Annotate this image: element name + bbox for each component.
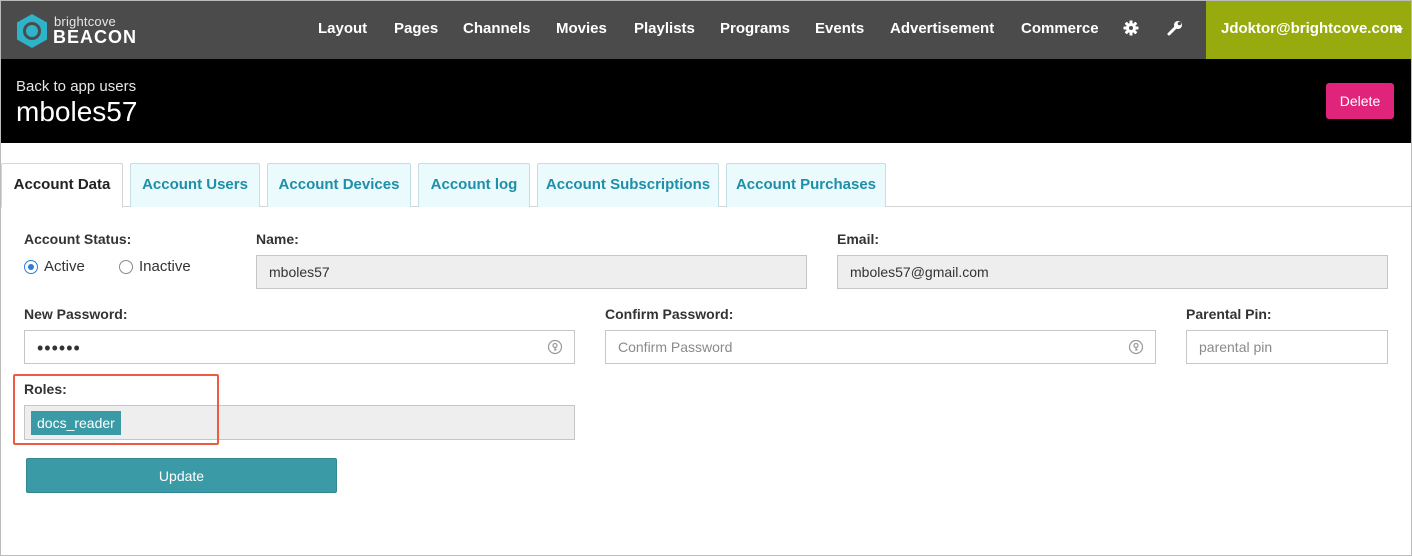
email-field[interactable]: mboles57@gmail.com	[837, 255, 1388, 289]
confirm-password-label: Confirm Password:	[605, 306, 734, 322]
nav-layout[interactable]: Layout	[318, 20, 367, 37]
brand-logo[interactable]: brightcove BEACON	[14, 11, 149, 48]
new-password-label: New Password:	[24, 306, 128, 322]
status-active-radio[interactable]	[24, 260, 38, 274]
parental-pin-field[interactable]: parental pin	[1186, 330, 1388, 364]
status-active-label[interactable]: Active	[44, 258, 85, 275]
tab-account-data[interactable]: Account Data	[1, 163, 123, 208]
page-header: Back to app users mboles57 Delete	[0, 59, 1412, 143]
tab-account-purchases[interactable]: Account Purchases	[726, 163, 886, 207]
status-inactive-radio[interactable]	[119, 260, 133, 274]
user-email: Jdoktor@brightcove.com	[1221, 20, 1403, 37]
new-password-field[interactable]: ••••••	[24, 330, 575, 364]
nav-events[interactable]: Events	[815, 20, 864, 37]
user-menu[interactable]: Jdoktor@brightcove.com	[1206, 0, 1412, 59]
name-label: Name:	[256, 231, 299, 247]
tab-account-log[interactable]: Account log	[418, 163, 530, 207]
email-label: Email:	[837, 231, 880, 247]
page-title: mboles57	[16, 96, 138, 127]
name-field[interactable]: mboles57	[256, 255, 807, 289]
account-status-label: Account Status:	[24, 231, 132, 247]
nav-advertisement[interactable]: Advertisement	[890, 20, 994, 37]
nav-channels[interactable]: Channels	[463, 20, 531, 37]
brand-big-text: BEACON	[53, 27, 138, 47]
top-nav: brightcove BEACON Layout Pages Channels …	[0, 0, 1412, 59]
status-inactive-label[interactable]: Inactive	[139, 258, 191, 275]
nav-pages[interactable]: Pages	[394, 20, 438, 37]
wrench-icon[interactable]	[1166, 19, 1184, 37]
tab-account-subscriptions[interactable]: Account Subscriptions	[537, 163, 719, 207]
update-button[interactable]: Update	[26, 458, 337, 493]
new-password-value: ••••••	[37, 338, 81, 358]
parental-pin-placeholder: parental pin	[1199, 339, 1273, 355]
email-value: mboles57@gmail.com	[850, 264, 989, 280]
nav-playlists[interactable]: Playlists	[634, 20, 695, 37]
password-key-icon[interactable]	[547, 339, 563, 355]
nav-programs[interactable]: Programs	[720, 20, 790, 37]
back-to-app-users-link[interactable]: Back to app users	[16, 78, 136, 95]
nav-commerce[interactable]: Commerce	[1021, 20, 1099, 37]
brightcove-logo-icon	[17, 14, 47, 48]
name-value: mboles57	[269, 264, 330, 280]
parental-pin-label: Parental Pin:	[1186, 306, 1272, 322]
gear-icon[interactable]	[1122, 19, 1140, 37]
delete-button[interactable]: Delete	[1326, 83, 1394, 119]
roles-highlight	[13, 374, 219, 445]
tab-account-devices[interactable]: Account Devices	[267, 163, 411, 207]
chevron-down-icon	[1395, 28, 1403, 33]
tab-account-users[interactable]: Account Users	[130, 163, 260, 207]
nav-movies[interactable]: Movies	[556, 20, 607, 37]
confirm-password-placeholder: Confirm Password	[618, 339, 733, 355]
password-key-icon[interactable]	[1128, 339, 1144, 355]
confirm-password-field[interactable]: Confirm Password	[605, 330, 1156, 364]
